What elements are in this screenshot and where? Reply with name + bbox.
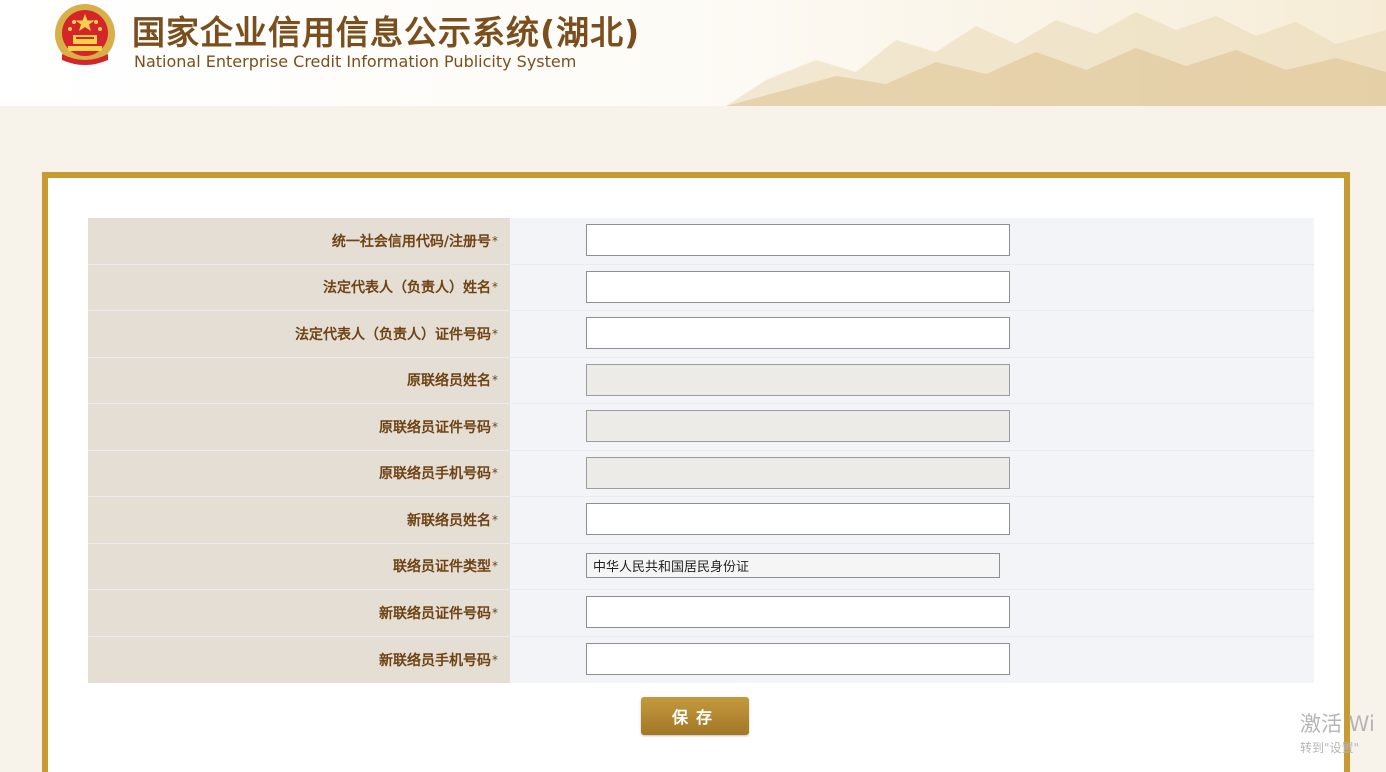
- form-label-cell: 联络员证件类型 *: [88, 543, 510, 589]
- form-label-cell: 法定代表人（负责人）姓名 *: [88, 264, 510, 310]
- required-mark: *: [492, 466, 498, 481]
- form-row-old-contact-id: 原联络员证件号码 *: [88, 404, 1314, 451]
- national-emblem-icon: [55, 4, 115, 65]
- form-row-new-contact-phone: 新联络员手机号码 *: [88, 636, 1314, 683]
- form-label: 原联络员手机号码: [379, 466, 491, 483]
- form-row-new-contact-id: 新联络员证件号码 *: [88, 590, 1314, 637]
- form-row-old-contact-name: 原联络员姓名 *: [88, 357, 1314, 404]
- id-type-selected-value: 中华人民共和国居民身份证: [593, 559, 750, 575]
- credit-code-input[interactable]: [586, 224, 1010, 256]
- form-label: 新联络员手机号码: [379, 652, 491, 669]
- form-row-id-type: 联络员证件类型 * 中华人民共和国居民身份证: [88, 543, 1314, 590]
- required-mark: *: [492, 280, 498, 295]
- activation-watermark: 激活 Wi 转到"设置": [1300, 708, 1375, 756]
- required-mark: *: [492, 652, 498, 667]
- save-button[interactable]: 保存: [641, 697, 749, 735]
- form-row-legal-rep-name: 法定代表人（负责人）姓名 *: [88, 264, 1314, 311]
- old-contact-phone-input: [586, 456, 1010, 489]
- form-row-new-contact-name: 新联络员姓名 *: [88, 497, 1314, 544]
- form-label: 法定代表人（负责人）姓名: [323, 280, 491, 297]
- form-label: 原联络员姓名: [407, 373, 491, 390]
- site-header: 国家企业信用信息公示系统(湖北) National Enterprise Cre…: [0, 0, 1386, 106]
- required-mark: *: [492, 512, 498, 527]
- form-label: 新联络员证件号码: [379, 605, 491, 622]
- form-label-cell: 新联络员姓名 *: [88, 497, 510, 543]
- form-label-cell: 新联络员证件号码 *: [88, 590, 510, 636]
- form-label-cell: 原联络员姓名 *: [88, 357, 510, 403]
- form-label: 统一社会信用代码/注册号: [331, 233, 491, 250]
- required-mark: *: [492, 605, 498, 620]
- watermark-line-2: 转到"设置": [1300, 741, 1360, 755]
- form-label: 联络员证件类型: [393, 559, 491, 576]
- form-label-cell: 原联络员手机号码 *: [88, 450, 510, 496]
- watermark-line-1: 激活 Wi: [1300, 712, 1375, 736]
- site-subtitle: National Enterprise Credit Information P…: [134, 52, 577, 71]
- old-contact-id-input: [586, 410, 1010, 442]
- new-contact-name-input[interactable]: [586, 503, 1010, 535]
- form-row-old-contact-phone: 原联络员手机号码 *: [88, 450, 1314, 497]
- form-label-cell: 原联络员证件号码 *: [88, 404, 510, 450]
- required-mark: *: [492, 326, 498, 341]
- required-mark: *: [492, 233, 498, 248]
- required-mark: *: [492, 419, 498, 434]
- form-row-credit-code: 统一社会信用代码/注册号 *: [88, 218, 1314, 265]
- form-label-cell: 新联络员手机号码 *: [88, 636, 510, 683]
- form-label-cell: 统一社会信用代码/注册号 *: [88, 218, 510, 264]
- old-contact-name-input: [586, 363, 1010, 396]
- form-label: 法定代表人（负责人）证件号码: [295, 326, 491, 343]
- new-contact-id-input[interactable]: [586, 596, 1010, 628]
- legal-rep-id-input[interactable]: [586, 317, 1010, 349]
- site-title: 国家企业信用信息公示系统(湖北): [132, 13, 641, 52]
- form-label: 原联络员证件号码: [379, 419, 491, 436]
- id-type-select[interactable]: 中华人民共和国居民身份证: [586, 552, 1000, 578]
- mountain-backdrop: [726, 12, 1386, 106]
- legal-rep-name-input[interactable]: [586, 270, 1010, 303]
- form-label: 新联络员姓名: [407, 512, 491, 529]
- required-mark: *: [492, 559, 498, 574]
- form-row-legal-rep-id: 法定代表人（负责人）证件号码 *: [88, 311, 1314, 358]
- contact-change-form: 统一社会信用代码/注册号 * 法定代表人（负责人）姓名 * 法定代表人（负责人）证件…: [88, 218, 1314, 683]
- required-mark: *: [492, 373, 498, 388]
- new-contact-phone-input[interactable]: [586, 642, 1010, 675]
- form-label-cell: 法定代表人（负责人）证件号码 *: [88, 311, 510, 357]
